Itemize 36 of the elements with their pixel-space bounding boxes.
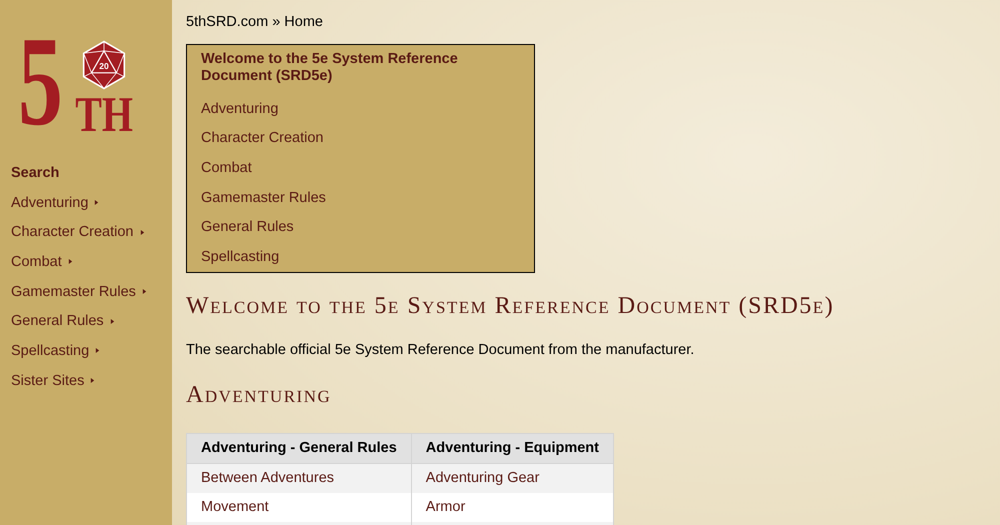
breadcrumb-link[interactable]: 5thSRD.com bbox=[186, 14, 268, 36]
toc-title-link[interactable]: Welcome to the 5e System Reference Document (SRD5e) bbox=[201, 51, 520, 94]
sidebar-link[interactable]: Character Creation bbox=[0, 217, 172, 248]
sidebar-link[interactable]: General Rules bbox=[0, 306, 172, 336]
toc-link[interactable]: Combat bbox=[201, 153, 520, 183]
breadcrumb-separator: » bbox=[272, 14, 280, 32]
column-header: Adventuring - General Rules bbox=[186, 433, 412, 464]
caret-icon bbox=[140, 228, 144, 236]
table-link[interactable]: Movement bbox=[186, 492, 412, 522]
toc-link[interactable]: Spellcasting bbox=[201, 242, 520, 272]
sidebar-link[interactable]: Combat bbox=[0, 247, 172, 277]
intro-text: The searchable official 5e System Reference Document from the manufacturer. bbox=[186, 342, 696, 358]
column-header: Adventuring - Equipment bbox=[411, 433, 614, 464]
table-link[interactable]: Armor bbox=[411, 492, 614, 522]
sidebar-link[interactable]: Sister Sites bbox=[0, 366, 172, 396]
caret-icon bbox=[142, 288, 147, 296]
toc-link[interactable]: General Rules bbox=[201, 212, 520, 242]
sidebar-link[interactable]: Search bbox=[0, 158, 172, 188]
sidebar-link[interactable]: Adventuring bbox=[0, 188, 172, 218]
breadcrumb-current: Home bbox=[284, 14, 323, 32]
logo-suffix: TH bbox=[75, 94, 134, 134]
sidebar-link[interactable]: Gamemaster Rules bbox=[0, 276, 172, 306]
table-link[interactable]: Between Adventures bbox=[186, 463, 412, 493]
section-heading: Adventuring bbox=[186, 382, 332, 409]
caret-icon bbox=[95, 347, 100, 354]
logo-numeral: 5 bbox=[18, 29, 63, 134]
toc-link[interactable]: Adventuring bbox=[201, 94, 520, 124]
table-link[interactable]: Adventuring Gear bbox=[411, 463, 614, 493]
toc-link[interactable]: Gamemaster Rules bbox=[201, 182, 520, 213]
caret-icon bbox=[110, 318, 115, 325]
page-heading: Welcome to the 5e System Reference Document (SRD5e) bbox=[186, 292, 836, 320]
caret-icon bbox=[94, 199, 100, 206]
sidebar-link[interactable]: Spellcasting bbox=[0, 336, 172, 366]
caret-icon bbox=[68, 258, 73, 266]
toc-link[interactable]: Character Creation bbox=[201, 123, 520, 154]
caret-icon bbox=[90, 377, 96, 384]
